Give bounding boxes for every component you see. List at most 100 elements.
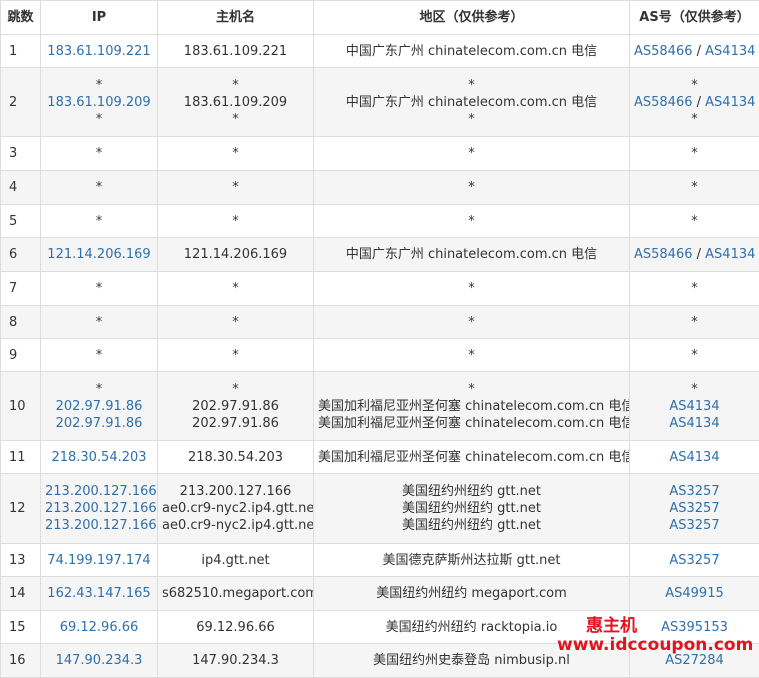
as-link[interactable]: AS395153: [661, 620, 728, 635]
ip-link[interactable]: 183.61.109.221: [47, 44, 150, 59]
ip-cell-text: *: [45, 77, 153, 94]
location-cell: *: [314, 205, 630, 238]
hostname-cell: 213.200.127.166ae0.cr9-nyc2.ip4.gtt.neta…: [158, 474, 314, 544]
as-link[interactable]: AS4134: [705, 95, 755, 110]
ip-cell: *: [41, 339, 158, 372]
hostname-cell: 121.14.206.169: [158, 238, 314, 272]
location-cell-text: 美国纽约州纽约 gtt.net: [318, 483, 625, 500]
table-row: 14162.43.147.165s682510.megaport.com美国纽约…: [1, 577, 759, 611]
location-cell-text: 美国纽约州纽约 racktopia.io: [318, 619, 625, 636]
hop-number: 14: [1, 577, 41, 611]
as-separator: /: [693, 44, 706, 59]
ip-cell: 74.199.197.174: [41, 544, 158, 577]
ip-link[interactable]: 213.200.127.166: [45, 518, 157, 533]
as-link[interactable]: AS4134: [705, 247, 755, 262]
location-cell-text: 中国广东广州 chinatelecom.com.cn 电信: [318, 246, 625, 263]
hop-number: 13: [1, 544, 41, 577]
hostname-cell-text: 213.200.127.166: [162, 483, 309, 500]
location-cell: 中国广东广州 chinatelecom.com.cn 电信: [314, 238, 630, 272]
hostname-cell-text: 147.90.234.3: [162, 652, 309, 669]
hostname-cell-text: 202.97.91.86: [162, 398, 309, 415]
ip-link[interactable]: 69.12.96.66: [60, 620, 139, 635]
as-link[interactable]: AS3257: [669, 501, 719, 516]
as-link[interactable]: AS4134: [669, 399, 719, 414]
table-row: 5****: [1, 205, 759, 238]
location-cell: *: [314, 272, 630, 306]
ip-cell: *: [41, 137, 158, 171]
as-link[interactable]: AS58466: [634, 247, 693, 262]
hostname-cell-text: *: [162, 280, 309, 297]
header-as: AS号（仅供参考）: [630, 1, 759, 35]
location-cell-text: *: [318, 179, 625, 196]
ip-link[interactable]: 162.43.147.165: [47, 586, 150, 601]
hostname-cell: *202.97.91.86202.97.91.86: [158, 372, 314, 441]
hop-number: 16: [1, 644, 41, 678]
as-cell-text: *: [691, 112, 698, 127]
ip-link[interactable]: 147.90.234.3: [56, 653, 143, 668]
ip-link[interactable]: 74.199.197.174: [47, 553, 150, 568]
ip-link[interactable]: 183.61.109.209: [47, 95, 150, 110]
ip-link[interactable]: 202.97.91.86: [56, 399, 143, 414]
as-separator: /: [693, 95, 706, 110]
as-link[interactable]: AS27284: [665, 653, 724, 668]
hop-number: 11: [1, 441, 41, 474]
ip-cell: *: [41, 306, 158, 339]
hop-number: 8: [1, 306, 41, 339]
as-cell-text: *: [691, 281, 698, 296]
as-link[interactable]: AS58466: [634, 95, 693, 110]
as-cell-text: *: [691, 348, 698, 363]
table-row: 7****: [1, 272, 759, 306]
as-link[interactable]: AS4134: [705, 44, 755, 59]
hostname-cell-text: ae0.cr9-nyc2.ip4.gtt.net: [162, 500, 309, 517]
table-row: 10*202.97.91.86202.97.91.86*202.97.91.86…: [1, 372, 759, 441]
table-row: 4****: [1, 171, 759, 205]
as-cell-text: *: [691, 214, 698, 229]
as-link[interactable]: AS4134: [669, 450, 719, 465]
hostname-cell: *: [158, 205, 314, 238]
hostname-cell: 69.12.96.66: [158, 611, 314, 644]
as-cell: *: [630, 171, 759, 205]
location-cell-text: 美国纽约州纽约 megaport.com: [318, 585, 625, 602]
hop-number: 6: [1, 238, 41, 272]
ip-cell: *: [41, 171, 158, 205]
ip-cell-text: *: [45, 111, 153, 128]
hop-number: 10: [1, 372, 41, 441]
ip-cell-text: *: [45, 213, 153, 230]
as-separator: /: [693, 247, 706, 262]
ip-link[interactable]: 213.200.127.166: [45, 501, 157, 516]
location-cell: 美国纽约州纽约 gtt.net美国纽约州纽约 gtt.net美国纽约州纽约 gt…: [314, 474, 630, 544]
as-link[interactable]: AS4134: [669, 416, 719, 431]
as-link[interactable]: AS49915: [665, 586, 724, 601]
as-cell: AS58466 / AS4134: [630, 238, 759, 272]
ip-link[interactable]: 202.97.91.86: [56, 416, 143, 431]
as-cell: *: [630, 137, 759, 171]
as-link[interactable]: AS3257: [669, 553, 719, 568]
hostname-cell-text: ae0.cr9-nyc2.ip4.gtt.net: [162, 517, 309, 534]
ip-cell-text: *: [45, 381, 153, 398]
location-cell-text: 美国德克萨斯州达拉斯 gtt.net: [318, 552, 625, 569]
ip-cell-text: *: [45, 145, 153, 162]
table-row: 6121.14.206.169121.14.206.169中国广东广州 chin…: [1, 238, 759, 272]
hop-number: 15: [1, 611, 41, 644]
ip-link[interactable]: 218.30.54.203: [51, 450, 146, 465]
ip-cell: *: [41, 205, 158, 238]
hostname-cell-text: *: [162, 314, 309, 331]
watermark-url: www.idccoupon.com: [557, 635, 753, 655]
as-link[interactable]: AS3257: [669, 518, 719, 533]
hostname-cell-text: 202.97.91.86: [162, 415, 309, 432]
header-hostname: 主机名: [158, 1, 314, 35]
hostname-cell-text: *: [162, 145, 309, 162]
ip-link[interactable]: 121.14.206.169: [47, 247, 150, 262]
location-cell-text: 美国纽约州纽约 gtt.net: [318, 517, 625, 534]
as-link[interactable]: AS58466: [634, 44, 693, 59]
location-cell: 中国广东广州 chinatelecom.com.cn 电信: [314, 35, 630, 68]
location-cell: *: [314, 137, 630, 171]
hostname-cell-text: *: [162, 179, 309, 196]
location-cell-text: *: [318, 280, 625, 297]
hostname-cell-text: *: [162, 213, 309, 230]
hostname-cell: *183.61.109.209*: [158, 68, 314, 137]
as-cell: *AS58466 / AS4134*: [630, 68, 759, 137]
ip-link[interactable]: 213.200.127.166: [45, 484, 157, 499]
as-link[interactable]: AS3257: [669, 484, 719, 499]
as-cell: AS49915: [630, 577, 759, 611]
